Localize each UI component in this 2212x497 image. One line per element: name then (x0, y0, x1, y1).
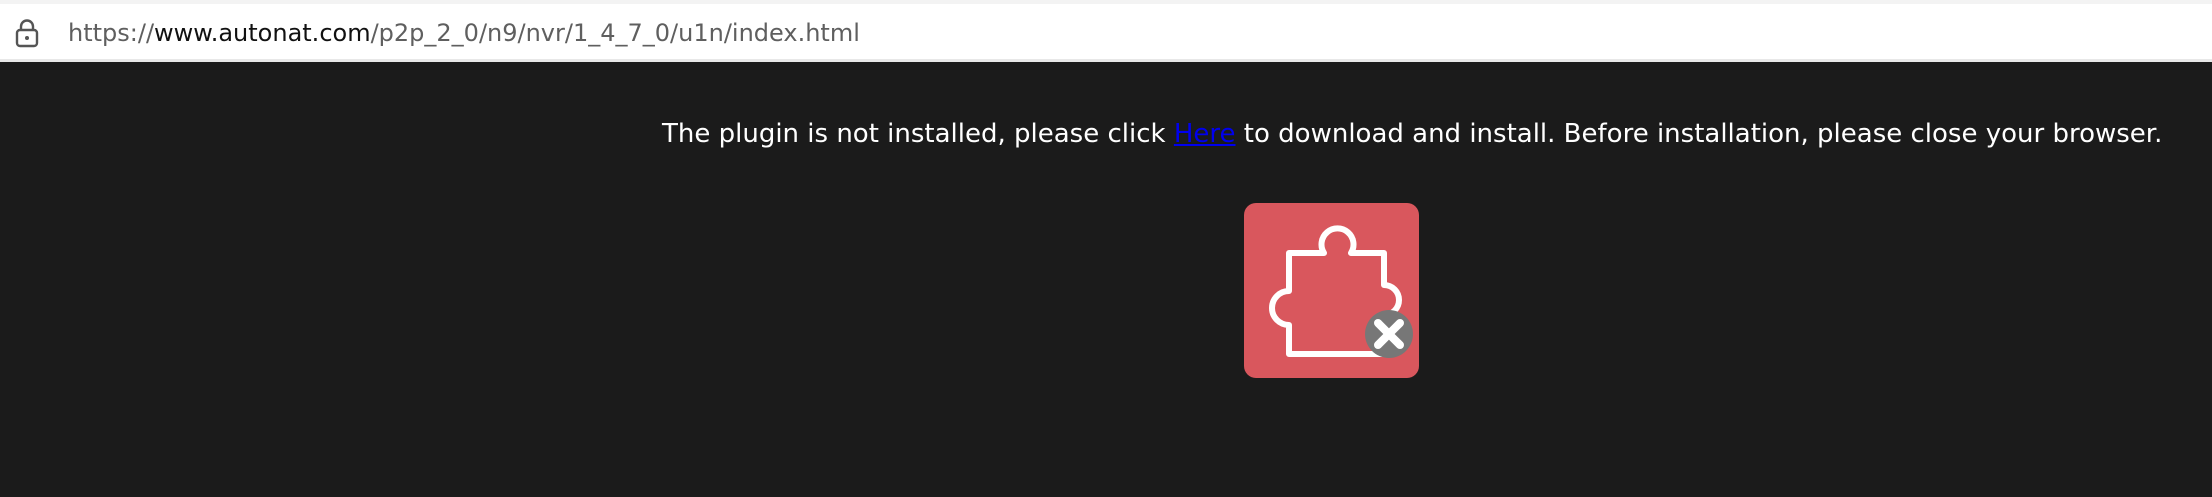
message-after-link: to download and install. Before installa… (1235, 119, 2163, 149)
url-text[interactable]: https://www.autonat.com/p2p_2_0/n9/nvr/1… (68, 16, 860, 50)
close-badge-icon (1365, 310, 1413, 358)
url-path: /p2p_2_0/n9/nvr/1_4_7_0/u1n/index.html (370, 19, 860, 47)
page-content: The plugin is not installed, please clic… (0, 62, 2212, 497)
download-link[interactable]: Here (1174, 119, 1236, 149)
address-bar[interactable]: https://www.autonat.com/p2p_2_0/n9/nvr/1… (0, 0, 2212, 62)
lock-icon[interactable] (14, 18, 40, 48)
url-prefix: https:// (68, 19, 155, 47)
url-domain: www.autonat.com (154, 19, 371, 47)
message-before-link: The plugin is not installed, please clic… (662, 119, 1174, 149)
plugin-message: The plugin is not installed, please clic… (662, 116, 2162, 152)
plugin-missing-icon (1244, 203, 1419, 378)
